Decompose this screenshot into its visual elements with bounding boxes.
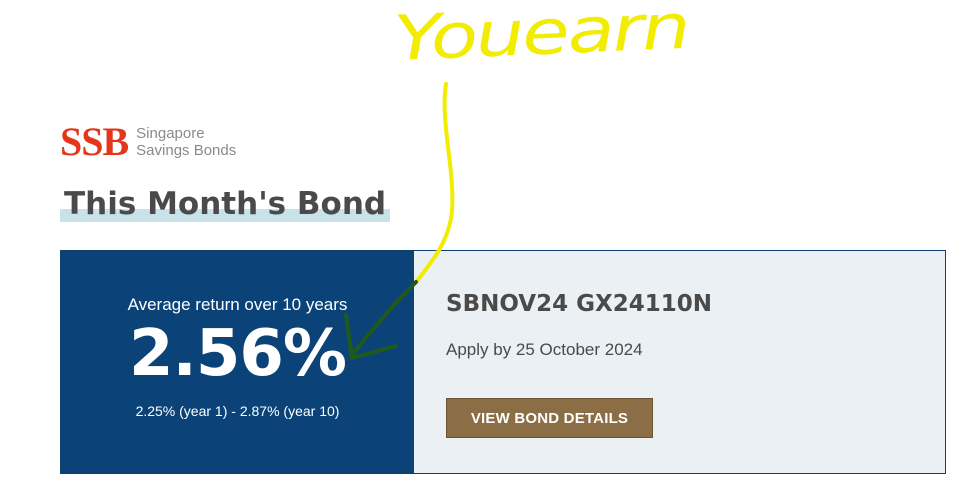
average-return-label: Average return over 10 years: [127, 295, 348, 314]
apply-by-date: Apply by 25 October 2024: [446, 340, 643, 359]
logo-line-2: Savings Bonds: [136, 142, 237, 159]
rate-panel: Average return over 10 years 2.56% 2.25%…: [61, 251, 414, 473]
logo-line-1: Singapore: [136, 125, 205, 142]
average-return-value: 2.56%: [128, 317, 347, 391]
section-heading: This Month's Bond: [60, 184, 391, 224]
logo-mark: SSB: [60, 119, 129, 164]
page-title: This Month's Bond: [60, 184, 391, 224]
view-bond-details-button[interactable]: VIEW BOND DETAILS: [446, 398, 653, 438]
bond-card: Average return over 10 years 2.56% 2.25%…: [60, 250, 946, 474]
handwritten-annotation-text: Youearn: [391, 0, 691, 75]
logo-text: Singapore Savings Bonds: [136, 125, 236, 159]
ssb-logo[interactable]: SSB Singapore Savings Bonds: [60, 122, 236, 162]
page-title-text: This Month's Bond: [64, 186, 387, 222]
bond-code: SBNOV24 GX24110N: [446, 291, 712, 317]
bond-info-panel: SBNOV24 GX24110N Apply by 25 October 202…: [414, 251, 945, 473]
rate-range: 2.25% (year 1) - 2.87% (year 10): [135, 403, 340, 419]
